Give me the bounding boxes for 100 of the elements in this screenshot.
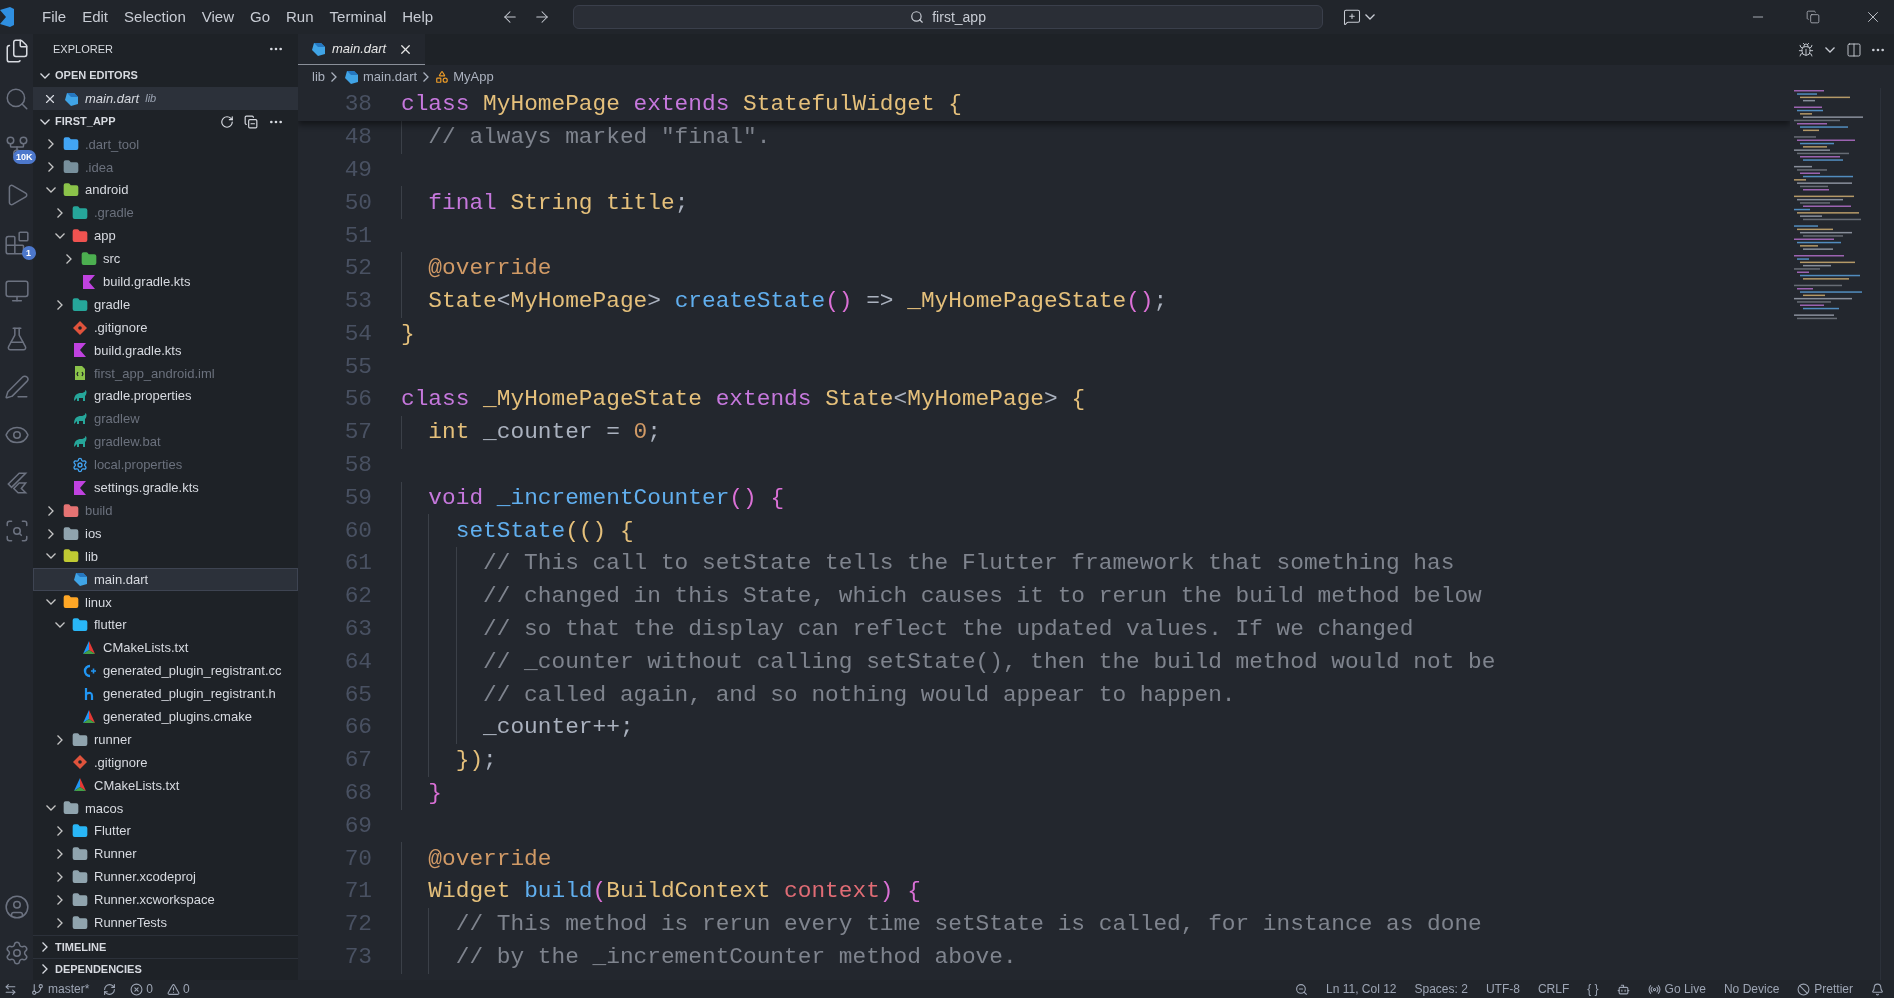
tree-item[interactable]: linux	[33, 590, 298, 614]
breadcrumb-item[interactable]: main.dart	[363, 66, 418, 87]
status-item[interactable]: CRLF	[1537, 980, 1570, 998]
tree-item[interactable]: gradle	[33, 293, 298, 317]
chat-icon[interactable]	[1343, 8, 1362, 26]
breadcrumb-item[interactable]: MyApp	[453, 66, 494, 87]
status-item[interactable]: { }	[1587, 980, 1599, 998]
shapes-icon	[435, 69, 450, 84]
section-header[interactable]: TIMELINE	[33, 935, 298, 958]
bell-icon[interactable]	[1871, 982, 1884, 996]
tree-item[interactable]: Flutter	[33, 819, 298, 843]
tree-item[interactable]: android	[33, 178, 298, 202]
file-icon	[81, 662, 97, 679]
bug-icon[interactable]	[1798, 41, 1814, 58]
tree-item[interactable]: gradle.properties	[33, 384, 298, 408]
status-item[interactable]: No Device	[1723, 980, 1780, 998]
tree-item[interactable]: Runner.xcodeproj	[33, 865, 298, 889]
breadcrumb-item[interactable]: lib	[312, 66, 325, 87]
chevron-down-icon	[40, 72, 50, 79]
sync-icon[interactable]	[103, 982, 117, 996]
tree-item[interactable]: build.gradle.kts	[33, 270, 298, 294]
file-icon	[81, 273, 97, 290]
chevron-right-icon	[331, 71, 337, 82]
status-item[interactable]: Spaces: 2	[1414, 980, 1468, 998]
menu-item[interactable]: View	[193, 5, 242, 29]
code-line: }	[427, 779, 443, 809]
warning-count[interactable]: 0	[183, 980, 190, 998]
tree-item[interactable]: generated_plugins.cmake	[33, 705, 298, 729]
chevron-right-icon	[423, 71, 430, 82]
menu-item[interactable]: Help	[394, 5, 442, 29]
tree-item[interactable]: main.dart	[33, 567, 298, 591]
error-count[interactable]: 0	[146, 980, 154, 998]
code-line: // by the _incrementCounter method above.	[454, 943, 1017, 973]
open-editor-item[interactable]: main.dart lib	[33, 87, 298, 110]
tree-item[interactable]: generated_plugin_registrant.cc	[33, 659, 298, 683]
tree-item[interactable]: RunnerTests	[33, 911, 298, 935]
code-line: // always marked "final".	[427, 123, 771, 153]
menu-item[interactable]: Go	[242, 5, 278, 29]
status-item[interactable]: Ln 11, Col 12	[1326, 980, 1397, 998]
chevron-down-icon[interactable]	[1365, 14, 1376, 20]
files-icon[interactable]	[3, 38, 30, 64]
warning-icon	[167, 982, 181, 996]
zoom-out-icon[interactable]	[1295, 982, 1308, 996]
file-icon	[72, 434, 88, 450]
tree-item[interactable]: .gitignore	[33, 316, 298, 339]
remote-icon[interactable]	[4, 982, 17, 996]
tree-item[interactable]: Runner.xcworkspace	[33, 888, 298, 912]
refresh-icon[interactable]	[220, 114, 234, 129]
restore-icon[interactable]	[1806, 10, 1820, 24]
tree-item[interactable]: src	[33, 247, 298, 271]
chevron-down-icon[interactable]	[1825, 46, 1835, 53]
tree-item[interactable]: CMakeLists.txt	[33, 773, 298, 797]
section-header[interactable]: OPEN EDITORS	[33, 64, 298, 87]
tree-item[interactable]: CMakeLists.txt	[33, 636, 298, 660]
badge-count: 1	[21, 246, 36, 260]
tree-item[interactable]: runner	[33, 728, 298, 752]
tree-item[interactable]: generated_plugin_registrant.h	[33, 682, 298, 706]
code-line: // This method is rerun every time setState is called, for instance as done	[454, 910, 1482, 940]
blocks-icon[interactable]	[3, 230, 30, 256]
file-icon	[72, 479, 88, 496]
account-icon[interactable]	[3, 894, 30, 920]
tree-item[interactable]: build.gradle.kts	[33, 339, 298, 362]
menu-item[interactable]: Terminal	[321, 5, 395, 29]
editor-tab[interactable]: main.dart	[298, 34, 426, 65]
branch-status[interactable]: master*	[31, 980, 90, 998]
code-line: final String title;	[427, 188, 689, 218]
bot-icon[interactable]	[1616, 982, 1630, 996]
monitor-icon[interactable]	[3, 278, 30, 304]
code-line: class _MyHomePageState extends State<MyHomePage> {	[401, 385, 1086, 415]
formatter-status[interactable]: Prettier	[1814, 980, 1853, 998]
search-field[interactable]: first_app	[573, 5, 1324, 29]
tree-item[interactable]: lib	[33, 545, 298, 568]
chevron-right-icon	[42, 941, 48, 952]
file-icon	[72, 365, 88, 382]
code-line: // so that the display can reflect the updated values. If we changed	[482, 615, 1414, 645]
pen-icon[interactable]	[3, 374, 30, 400]
file-icon	[72, 754, 88, 771]
file-icon	[72, 571, 88, 588]
code-line: });	[454, 746, 497, 776]
tree-item[interactable]: ios	[33, 522, 298, 546]
code-line: // called again, and so nothing would appear to happen.	[482, 680, 1236, 710]
menu-item[interactable]: Selection	[116, 5, 194, 29]
menu-item[interactable]: File	[34, 5, 75, 29]
tree-item[interactable]: app	[33, 224, 298, 248]
split-editor-icon[interactable]	[1846, 41, 1862, 58]
tree-item[interactable]: Runner	[33, 842, 298, 866]
collapse-all-icon[interactable]	[244, 114, 258, 129]
status-item[interactable]: UTF-8	[1485, 980, 1520, 998]
tree-item[interactable]: flutter	[33, 613, 298, 637]
go-live-button[interactable]: Go Live	[1664, 980, 1706, 998]
menu-item[interactable]: Run	[278, 5, 322, 29]
section-header[interactable]: FIRST_APP	[33, 110, 298, 133]
tree-item[interactable]: macos	[33, 796, 298, 820]
code-line: }	[401, 319, 415, 349]
menu-item[interactable]: Edit	[74, 5, 117, 29]
tree-item[interactable]: .gitignore	[33, 751, 298, 774]
tree-item[interactable]: settings.gradle.kts	[33, 476, 298, 500]
settings-icon[interactable]	[3, 940, 30, 966]
scan-icon[interactable]	[3, 518, 30, 544]
file-icon	[72, 342, 88, 359]
